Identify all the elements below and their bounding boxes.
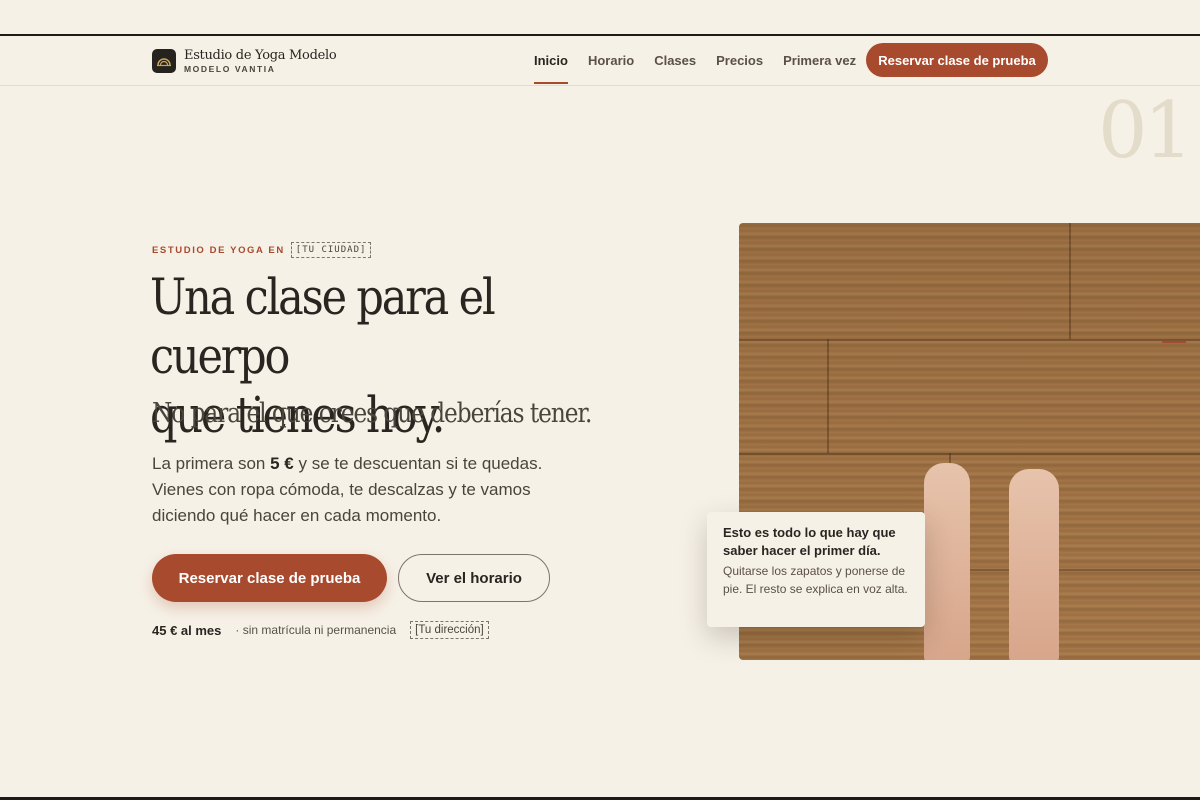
address-placeholder: [Tu dirección]: [410, 621, 489, 639]
price-conditions: · sin matrícula ni permanencia: [235, 623, 397, 637]
sunrise-logo-icon: [152, 49, 176, 73]
body-price: 5 €: [270, 454, 294, 473]
hero-title-line1: Una clase para el cuerpo: [150, 268, 496, 385]
main-nav: Inicio Horario Clases Precios Primera ve…: [524, 36, 866, 85]
book-trial-button[interactable]: Reservar clase de prueba: [152, 554, 387, 602]
body-text-start: La primera son: [152, 454, 271, 473]
hero-body: La primera son 5 € y se te descuentan si…: [152, 451, 592, 529]
brand-name: Estudio de Yoga Modelo: [184, 47, 337, 63]
brand-subtitle: MODELO VANTIA: [184, 63, 276, 74]
site-header: Estudio de Yoga Modelo MODELO VANTIA Ini…: [0, 36, 1200, 86]
floor-plank-seam: [1069, 223, 1071, 339]
caption-text: Quitarse los zapatos y ponerse de pie. E…: [723, 564, 908, 596]
eyebrow-text: ESTUDIO DE YOGA EN: [152, 244, 285, 256]
accent-dash: [1162, 341, 1186, 343]
section-number: 01: [1098, 86, 1193, 176]
pricing-note: 45 € al mes · sin matrícula ni permanenc…: [152, 621, 489, 639]
floor-plank-line: [739, 453, 1200, 455]
monthly-price: 45 € al mes: [152, 622, 222, 638]
nav-item-precios[interactable]: Precios: [716, 47, 763, 74]
floor-plank-seam: [827, 339, 829, 453]
floor-plank-line: [739, 339, 1200, 341]
photo-caption-card: Esto es todo lo que hay que saber hacer …: [707, 512, 925, 627]
caption-title: Esto es todo lo que hay que saber hacer …: [723, 525, 896, 558]
nav-book-trial-button[interactable]: Reservar clase de prueba: [866, 43, 1048, 77]
nav-item-clases[interactable]: Clases: [654, 47, 696, 74]
nav-item-primera-vez[interactable]: Primera vez: [783, 47, 856, 74]
nav-item-horario[interactable]: Horario: [588, 47, 634, 74]
brand-logo-link[interactable]: Estudio de Yoga Modelo MODELO VANTIA: [152, 47, 337, 74]
city-placeholder: [TU CIUDAD]: [290, 242, 372, 258]
hero-eyebrow: ESTUDIO DE YOGA EN [TU CIUDAD]: [152, 242, 372, 258]
view-schedule-button[interactable]: Ver el horario: [398, 554, 550, 602]
hero-subtitle: No para el que crees que deberías tener.: [152, 398, 592, 429]
left-foot: [924, 463, 970, 660]
right-foot: [1009, 469, 1059, 660]
nav-item-inicio[interactable]: Inicio: [534, 47, 568, 84]
